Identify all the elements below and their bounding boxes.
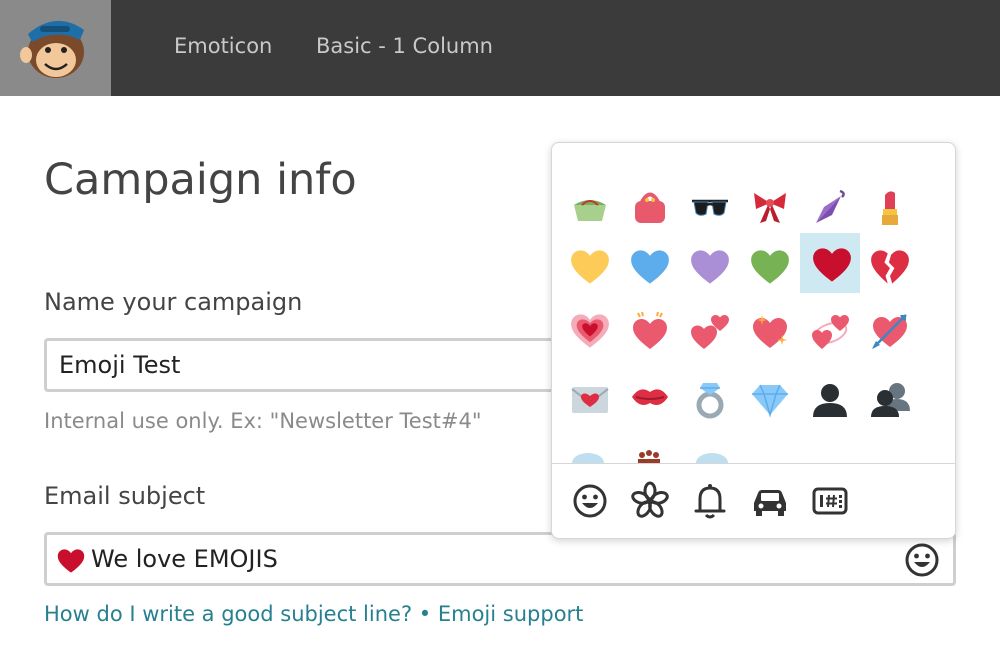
emoji-green-heart[interactable] <box>738 235 798 295</box>
purse-icon <box>635 192 665 223</box>
emoji-clutch-bag[interactable] <box>558 175 618 235</box>
emoji-purple-heart[interactable] <box>678 235 738 295</box>
partial-emoji-icon <box>570 143 606 151</box>
partial-emoji-icon <box>696 453 728 463</box>
nav-emoticon[interactable]: Emoticon <box>174 32 272 60</box>
emoji-lipstick[interactable] <box>858 175 918 235</box>
subject-label: Email subject <box>44 482 206 510</box>
partial-emoji-icon <box>572 453 604 463</box>
mailchimp-logo[interactable] <box>0 0 111 96</box>
bust-in-silhouette-icon <box>813 384 847 417</box>
page-title: Campaign info <box>44 155 357 205</box>
top-bar: Emoticon Basic - 1 Column <box>0 0 1000 96</box>
emoji-blue-heart[interactable] <box>618 235 678 295</box>
help-links: How do I write a good subject line? • Em… <box>44 600 583 628</box>
emoji-purse[interactable] <box>618 175 678 235</box>
bell-icon <box>694 484 726 519</box>
emoji-two-hearts[interactable] <box>678 299 738 359</box>
name-help-text: Internal use only. Ex: "Newsletter Test#… <box>44 409 482 433</box>
emoji-sunglasses[interactable] <box>678 175 738 235</box>
yellow-heart-icon <box>571 250 609 284</box>
red-heart-icon <box>57 549 85 573</box>
email-subject-value: We love EMOJIS <box>91 545 278 573</box>
emoji-support-link[interactable]: Emoji support <box>438 602 584 626</box>
symbols-icon <box>812 487 848 515</box>
emoji-beating-heart[interactable] <box>618 299 678 359</box>
emoji-growing-heart[interactable] <box>558 299 618 359</box>
category-travel[interactable] <box>750 481 790 521</box>
emoji-ribbon[interactable] <box>738 175 798 235</box>
name-label: Name your campaign <box>44 288 303 316</box>
emoji-sparkling-heart[interactable] <box>738 299 798 359</box>
category-smileys[interactable] <box>570 481 610 521</box>
emoji-heart-with-arrow[interactable] <box>858 299 918 359</box>
clutch-bag-icon <box>574 200 606 221</box>
ring-icon <box>696 383 724 419</box>
blue-heart-icon <box>631 250 669 284</box>
smiley-icon <box>573 484 607 518</box>
lipstick-icon <box>882 191 898 225</box>
emoji-love-letter[interactable] <box>558 367 618 427</box>
revolving-hearts-icon <box>812 315 849 349</box>
partial-emoji-icon <box>874 143 910 149</box>
emoji-bust-in-silhouette[interactable] <box>798 367 858 427</box>
category-objects[interactable] <box>690 481 730 521</box>
category-nature[interactable] <box>630 481 670 521</box>
green-heart-icon <box>751 250 789 284</box>
subject-line-help-link[interactable]: How do I write a good subject line? <box>44 602 412 626</box>
nav-template[interactable]: Basic - 1 Column <box>316 32 493 60</box>
emoji-broken-heart[interactable] <box>858 235 918 295</box>
emoji-kiss-mark[interactable] <box>618 367 678 427</box>
heart-with-arrow-icon <box>872 314 907 349</box>
smiley-icon <box>905 543 939 577</box>
partial-emoji-icon <box>632 143 668 149</box>
partial-emoji-icon <box>694 143 730 149</box>
campaign-name-value: Emoji Test <box>59 351 181 379</box>
purple-heart-icon <box>691 250 729 284</box>
sparkling-heart-icon <box>753 315 787 348</box>
partial-emoji-icon <box>814 143 850 149</box>
busts-in-silhouette-icon <box>871 383 910 417</box>
partial-emoji-icon <box>638 450 660 463</box>
flower-icon <box>631 481 669 518</box>
emoji-picker-button[interactable] <box>902 540 942 580</box>
partial-emoji-icon <box>754 143 790 149</box>
ribbon-icon <box>754 193 786 223</box>
beating-heart-icon <box>633 311 667 349</box>
emoji-gem-stone[interactable] <box>738 367 798 427</box>
love-letter-icon <box>571 387 609 413</box>
email-subject-input[interactable]: We love EMOJIS <box>44 532 956 586</box>
emoji-yellow-heart[interactable] <box>558 235 618 295</box>
emoji-ring[interactable] <box>678 367 738 427</box>
emoji-revolving-hearts[interactable] <box>798 299 858 359</box>
gem-stone-icon <box>752 384 788 418</box>
kiss-mark-icon <box>632 389 668 405</box>
link-separator: • <box>412 602 438 626</box>
picker-divider <box>552 463 955 464</box>
growing-heart-icon <box>571 314 609 348</box>
emoji-red-heart[interactable] <box>800 233 860 293</box>
car-icon <box>754 490 786 516</box>
chimp-icon <box>20 20 84 78</box>
two-hearts-icon <box>691 315 729 349</box>
sunglasses-icon <box>692 199 728 216</box>
emoji-busts-in-silhouette[interactable] <box>858 367 918 427</box>
emoji-grid <box>552 143 955 463</box>
broken-heart-icon <box>871 250 909 284</box>
category-symbols[interactable] <box>810 481 850 521</box>
red-heart-icon <box>813 248 851 282</box>
emoji-closed-umbrella[interactable] <box>798 175 858 235</box>
closed-umbrella-icon <box>816 189 845 223</box>
emoji-picker <box>551 142 956 539</box>
